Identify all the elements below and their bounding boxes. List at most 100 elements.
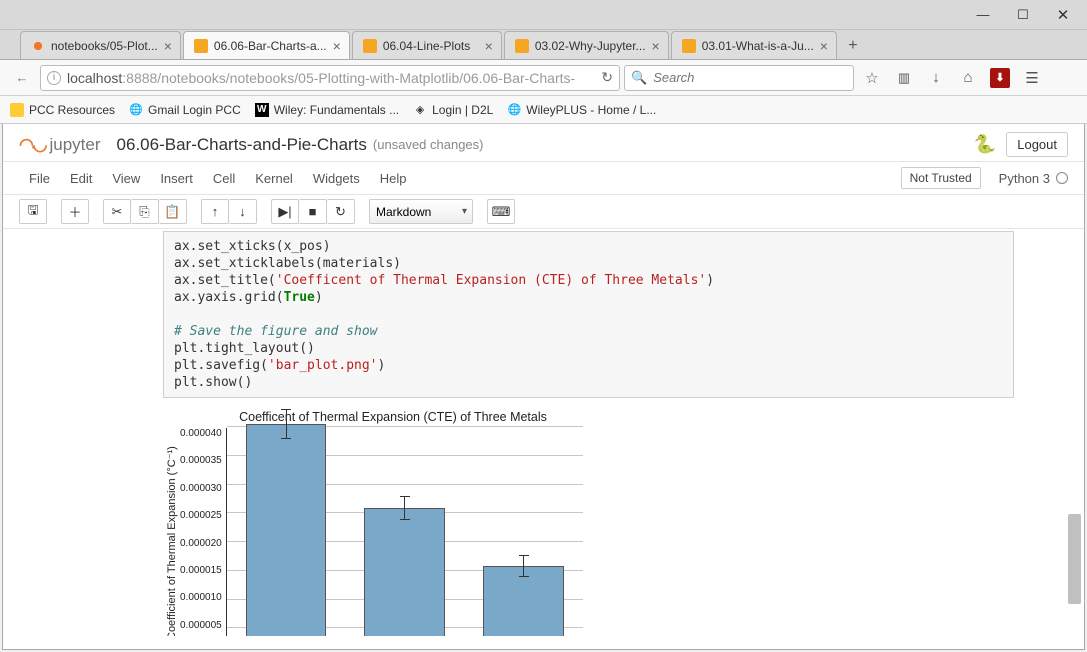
copy-button[interactable]: ⎘: [131, 199, 159, 224]
folder-icon: [10, 103, 24, 117]
python-icon: 🐍: [974, 134, 996, 155]
code-cell[interactable]: ax.set_xticks(x_pos) ax.set_xticklabels(…: [163, 231, 1014, 398]
logout-button[interactable]: Logout: [1006, 132, 1068, 157]
browser-tab-active[interactable]: 06.06-Bar-Charts-a... ×: [183, 31, 350, 59]
jupyter-header: ◠•◡ jupyter 06.06-Bar-Charts-and-Pie-Cha…: [3, 124, 1084, 161]
chart-ylabel: Coefficient of Thermal Expansion (°C⁻¹): [163, 428, 180, 636]
interrupt-button[interactable]: ■: [299, 199, 327, 224]
bookmark-label: PCC Resources: [29, 103, 115, 117]
menu-file[interactable]: File: [19, 167, 60, 190]
bookmark-item[interactable]: ◈Login | D2L: [413, 103, 493, 117]
paste-button[interactable]: 📋: [159, 199, 187, 224]
menu-help[interactable]: Help: [370, 167, 417, 190]
window-close-button[interactable]: ✕: [1043, 1, 1083, 29]
pdf-addon-icon[interactable]: ⬇: [986, 64, 1014, 92]
celltype-value: Markdown: [376, 205, 431, 219]
bookmark-item[interactable]: PCC Resources: [10, 103, 115, 117]
code-line: ax.yaxis.grid(: [174, 290, 284, 305]
chart-title: Coefficent of Thermal Expansion (CTE) of…: [203, 410, 583, 424]
command-palette-button[interactable]: ⌨: [487, 199, 515, 224]
bookmarks-bar: PCC Resources 🌐 Gmail Login PCC WWiley: F…: [0, 96, 1087, 124]
trust-indicator[interactable]: Not Trusted: [901, 167, 981, 189]
code-string: 'bar_plot.png': [268, 358, 378, 373]
jupyter-toolbar: 🖫 ＋ ✂ ⎘ 📋 ↑ ↓ ▶| ■ ↻ Markdown ⌨: [3, 195, 1084, 229]
bookmark-item[interactable]: 🌐 Gmail Login PCC: [129, 103, 241, 117]
tab-label: 03.02-Why-Jupyter...: [535, 39, 646, 53]
page-content: ◠•◡ jupyter 06.06-Bar-Charts-and-Pie-Cha…: [2, 124, 1085, 650]
ytick: 0.000030: [180, 483, 222, 494]
chart-plot-area: [226, 428, 583, 636]
bookmark-label: Wiley: Fundamentals ...: [274, 103, 399, 117]
browser-tab[interactable]: notebooks/05-Plot... ×: [20, 31, 181, 59]
window-titlebar: — ☐ ✕: [0, 0, 1087, 30]
library-icon[interactable]: ▥: [890, 64, 918, 92]
site-info-icon[interactable]: i: [47, 71, 61, 85]
home-icon[interactable]: ⌂: [954, 64, 982, 92]
code-line: ax.set_xticks(x_pos): [174, 239, 331, 254]
menu-widgets[interactable]: Widgets: [303, 167, 370, 190]
browser-tab[interactable]: 03.02-Why-Jupyter... ×: [504, 31, 669, 59]
save-button[interactable]: 🖫: [19, 199, 47, 224]
globe-icon: 🌐: [129, 103, 143, 117]
menu-icon[interactable]: ☰: [1018, 64, 1046, 92]
window-minimize-button[interactable]: —: [963, 1, 1003, 29]
downloads-icon[interactable]: ↓: [922, 64, 950, 92]
url-bar[interactable]: i localhost:8888/notebooks/notebooks/05-…: [40, 65, 620, 91]
menu-kernel[interactable]: Kernel: [245, 167, 303, 190]
menu-insert[interactable]: Insert: [150, 167, 203, 190]
bookmark-star-icon[interactable]: ☆: [858, 64, 886, 92]
search-icon: 🔍: [631, 70, 647, 86]
jupyter-logo[interactable]: ◠•◡ jupyter: [19, 135, 101, 155]
cut-button[interactable]: ✂: [103, 199, 131, 224]
tab-label: 06.06-Bar-Charts-a...: [214, 39, 327, 53]
refresh-icon[interactable]: ↻: [601, 69, 613, 86]
globe-icon: 🌐: [507, 103, 521, 117]
menu-view[interactable]: View: [102, 167, 150, 190]
move-up-button[interactable]: ↑: [201, 199, 229, 224]
notebook-title[interactable]: 06.06-Bar-Charts-and-Pie-Charts: [117, 135, 367, 155]
code-line: ): [378, 358, 386, 373]
browser-tab[interactable]: 03.01-What-is-a-Ju... ×: [671, 31, 837, 59]
code-line: ): [315, 290, 323, 305]
insert-cell-button[interactable]: ＋: [61, 199, 89, 224]
tab-close-icon[interactable]: ×: [164, 38, 172, 54]
back-button[interactable]: ←: [8, 64, 36, 92]
code-line: plt.tight_layout(): [174, 341, 315, 356]
chart-yaxis: 0.000040 0.000035 0.000030 0.000025 0.00…: [180, 428, 226, 636]
scrollbar-thumb[interactable]: [1068, 514, 1081, 604]
tab-close-icon[interactable]: ×: [485, 38, 493, 54]
celltype-select[interactable]: Markdown: [369, 199, 473, 224]
menu-edit[interactable]: Edit: [60, 167, 102, 190]
code-line: ax.set_xticklabels(materials): [174, 256, 401, 271]
new-tab-button[interactable]: +: [839, 33, 867, 59]
tab-close-icon[interactable]: ×: [333, 38, 341, 54]
chart-bar: [364, 508, 445, 637]
notebook-favicon-icon: [515, 39, 529, 53]
kernel-name: Python 3: [999, 171, 1050, 186]
code-comment: # Save the figure and show: [174, 324, 378, 339]
bookmark-item[interactable]: WWiley: Fundamentals ...: [255, 103, 399, 117]
kernel-indicator[interactable]: Python 3: [999, 171, 1068, 186]
menu-cell[interactable]: Cell: [203, 167, 245, 190]
window-maximize-button[interactable]: ☐: [1003, 1, 1043, 29]
ytick: 0.000020: [180, 538, 222, 549]
browser-navbar: ← i localhost:8888/notebooks/notebooks/0…: [0, 60, 1087, 96]
chart-output: Coefficent of Thermal Expansion (CTE) of…: [163, 410, 583, 636]
jupyter-orb-icon: ◠•◡: [19, 135, 46, 155]
move-down-button[interactable]: ↓: [229, 199, 257, 224]
ytick: 0.000025: [180, 510, 222, 521]
bookmark-label: Gmail Login PCC: [148, 103, 241, 117]
tab-close-icon[interactable]: ×: [652, 38, 660, 54]
restart-button[interactable]: ↻: [327, 199, 355, 224]
browser-tabstrip: notebooks/05-Plot... × 06.06-Bar-Charts-…: [0, 30, 1087, 60]
bookmark-item[interactable]: 🌐WileyPLUS - Home / L...: [507, 103, 656, 117]
browser-tab[interactable]: 06.04-Line-Plots ×: [352, 31, 502, 59]
run-button[interactable]: ▶|: [271, 199, 299, 224]
d2l-icon: ◈: [413, 103, 427, 117]
search-box[interactable]: 🔍: [624, 65, 854, 91]
search-input[interactable]: [653, 70, 847, 85]
ytick: 0.000040: [180, 428, 222, 439]
tab-label: 06.04-Line-Plots: [383, 39, 479, 53]
code-line: plt.savefig(: [174, 358, 268, 373]
tab-close-icon[interactable]: ×: [820, 38, 828, 54]
